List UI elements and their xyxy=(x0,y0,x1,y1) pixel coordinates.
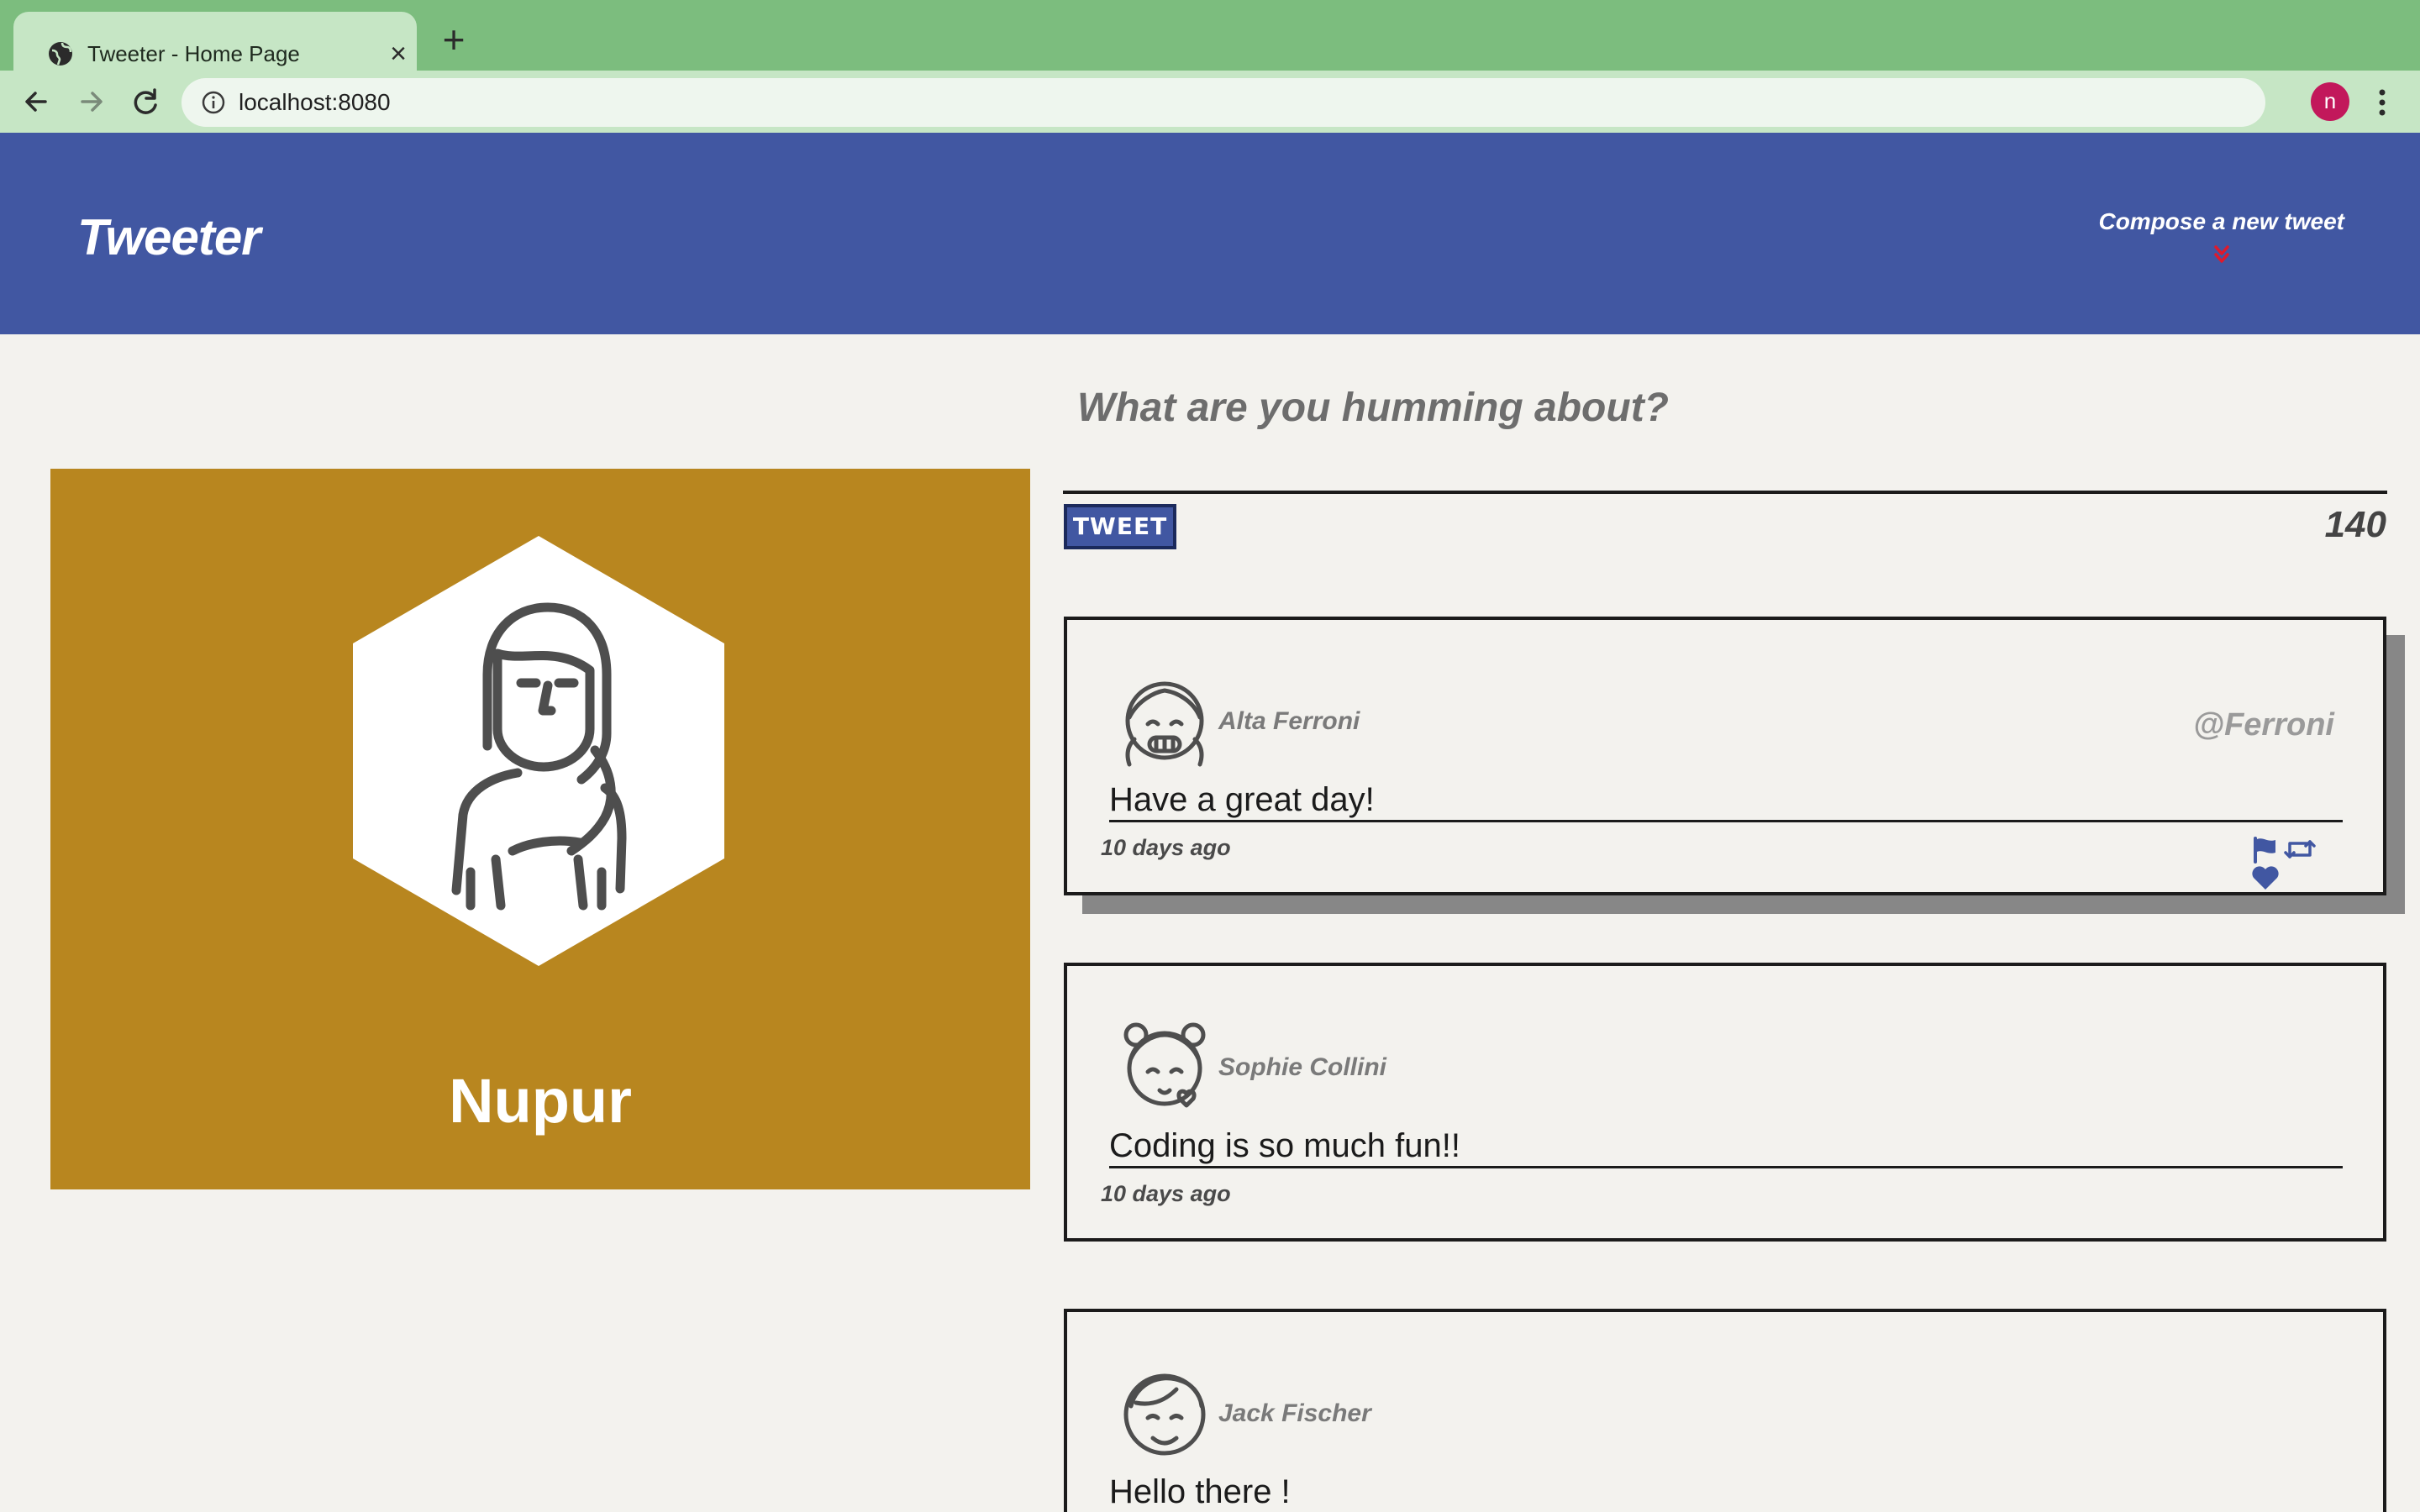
browser-tab-strip: Tweeter - Home Page × + xyxy=(0,0,2420,71)
tweet-author-name: Sophie Collini xyxy=(1218,1053,1386,1081)
browser-profile-avatar[interactable]: n xyxy=(2311,82,2349,121)
retweet-icon[interactable] xyxy=(2282,835,2317,864)
tweet-content: Coding is so much fun!! xyxy=(1109,1127,1460,1164)
tweet-card[interactable]: Sophie Collini Coding is so much fun!! 1… xyxy=(1064,963,2386,1242)
info-icon[interactable] xyxy=(200,89,227,116)
back-arrow-icon xyxy=(25,92,47,112)
url-text: localhost:8080 xyxy=(239,89,391,115)
tweet-timestamp: 10 days ago xyxy=(1101,835,1231,860)
tab-title: Tweeter - Home Page xyxy=(87,41,300,66)
user-avatar-icon xyxy=(353,536,724,966)
app-header: Tweeter Compose a new tweet xyxy=(0,133,2420,334)
back-button[interactable] xyxy=(17,82,55,121)
girl-avatar-icon xyxy=(1125,681,1204,767)
reload-button[interactable] xyxy=(126,82,165,121)
flag-icon[interactable] xyxy=(2250,835,2279,864)
browser-toolbar: localhost:8080 xyxy=(0,71,2420,133)
tweet-author-name: Jack Fischer xyxy=(1218,1399,1371,1427)
compose-toggle[interactable]: Compose a new tweet xyxy=(2098,208,2344,267)
brand-logo[interactable]: Tweeter xyxy=(77,208,261,266)
tweet-submit-button[interactable]: TWEET xyxy=(1064,504,1176,549)
tweet-content: Have a great day! xyxy=(1109,781,1375,818)
tweet-divider xyxy=(1109,1166,2343,1168)
new-tab-button[interactable]: + xyxy=(435,20,472,59)
character-counter: 140 xyxy=(2324,504,2386,545)
tweet-actions xyxy=(2250,835,2349,890)
tweet-card[interactable]: Jack Fischer Hello there ! xyxy=(1064,1309,2386,1512)
boy-avatar-icon xyxy=(1123,1373,1206,1456)
tweet-content: Hello there ! xyxy=(1109,1473,1291,1510)
tweet-divider xyxy=(1109,820,2343,822)
girl-heart-avatar-icon xyxy=(1123,1022,1206,1108)
tweet-author-handle: @Ferroni xyxy=(2193,707,2334,743)
user-profile-card: Nupur xyxy=(50,469,1030,1189)
tab-close-icon[interactable]: × xyxy=(381,37,415,71)
tweet-author-name: Alta Ferroni xyxy=(1218,707,1360,735)
browser-tab[interactable]: Tweeter - Home Page × xyxy=(13,12,417,71)
address-bar[interactable]: localhost:8080 xyxy=(182,78,2265,127)
forward-arrow-icon xyxy=(81,92,103,112)
tweet-input-underline xyxy=(1063,491,2387,494)
double-chevron-down-icon[interactable] xyxy=(2210,242,2233,267)
tweet-timestamp: 10 days ago xyxy=(1101,1181,1231,1206)
tweet-text-input[interactable]: What are you humming about? xyxy=(1077,385,1669,431)
heart-icon[interactable] xyxy=(2250,864,2281,892)
forward-button[interactable] xyxy=(72,82,111,121)
reload-icon xyxy=(134,88,157,114)
browser-menu-icon[interactable] xyxy=(2370,86,2395,119)
profile-username: Nupur xyxy=(449,1066,632,1136)
globe-icon xyxy=(49,42,72,66)
tweet-card[interactable]: Alta Ferroni @Ferroni Have a great day! … xyxy=(1064,617,2386,895)
compose-toggle-label[interactable]: Compose a new tweet xyxy=(2098,208,2344,235)
